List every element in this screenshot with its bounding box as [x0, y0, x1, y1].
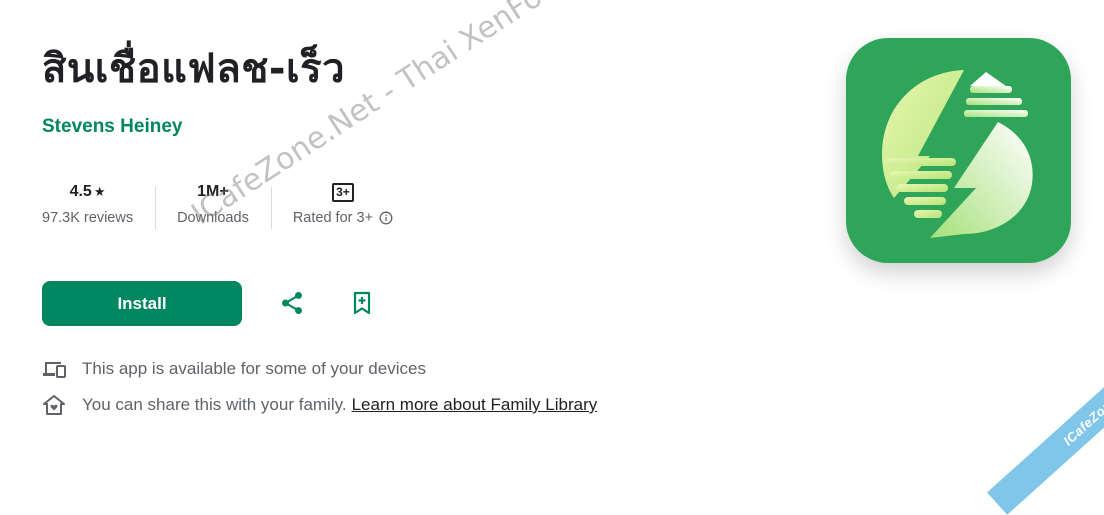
share-button[interactable]: [272, 283, 312, 323]
reviews-count: 97.3K reviews: [42, 210, 134, 226]
install-button[interactable]: Install: [42, 281, 242, 326]
content-rating-badge: 3+: [332, 182, 354, 202]
family-sharing-text: You can share this with your family.: [82, 395, 347, 414]
content-rating-label: Rated for 3+: [292, 210, 374, 226]
family-home-icon: [42, 394, 68, 416]
star-icon: ★: [93, 184, 106, 199]
app-title: สินเชื่อแฟลช-เร็ว: [42, 46, 346, 92]
wishlist-button[interactable]: [342, 283, 382, 323]
rating-value: 4.5: [69, 183, 92, 200]
downloads-value: 1M+: [197, 183, 229, 200]
family-library-link[interactable]: Learn more about Family Library: [352, 395, 598, 415]
app-icon: [846, 38, 1071, 263]
share-icon: [282, 291, 302, 315]
devices-icon: [42, 358, 68, 380]
family-sharing: You can share this with your family. Lea…: [42, 394, 597, 416]
device-availability-text: This app is available for some of your d…: [82, 359, 426, 378]
downloads-label: Downloads: [177, 210, 249, 226]
rating-stat[interactable]: 4.5 ★ 97.3K reviews: [42, 180, 155, 236]
developer-link[interactable]: Stevens Heiney: [42, 116, 182, 138]
app-stats: 4.5 ★ 97.3K reviews 1M+ Downloads 3+ Rat…: [42, 180, 415, 236]
info-icon[interactable]: [379, 211, 393, 225]
bookmark-add-icon: [353, 291, 371, 315]
corner-ribbon: ICafeZone: [987, 325, 1104, 515]
downloads-stat: 1M+ Downloads: [155, 180, 271, 236]
device-availability: This app is available for some of your d…: [42, 358, 426, 380]
content-rating-stat: 3+ Rated for 3+: [270, 180, 415, 236]
